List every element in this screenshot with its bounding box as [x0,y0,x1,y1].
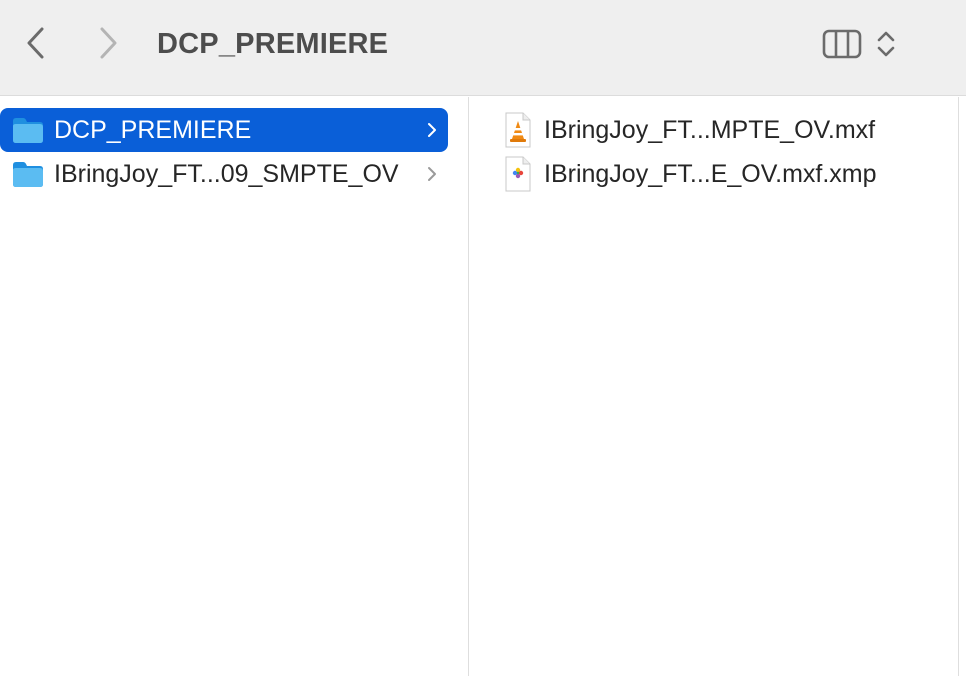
view-options-button[interactable] [872,24,900,64]
file-label: IBringJoy_FT...E_OV.mxf.xmp [544,160,877,188]
forward-button[interactable] [90,22,126,64]
toolbar: DCP_PREMIERE [0,0,966,96]
chevron-left-icon [27,27,44,59]
chevron-right-icon [428,167,436,181]
folder-row-ibringjoy[interactable]: IBringJoy_FT...09_SMPTE_OV [0,152,448,196]
folder-icon [13,118,43,143]
folder-label: DCP_PREMIERE [54,116,252,144]
column-view-icon [822,29,862,59]
file-row-mxf[interactable]: IBringJoy_FT...MPTE_OV.mxf [499,108,949,152]
browser-column-1: DCP_PREMIERE IBringJoy_FT...09_SMPTE_OV [0,97,469,676]
chevron-right-icon [428,123,436,137]
xmp-document-icon [505,156,531,192]
window-title: DCP_PREMIERE [157,28,389,60]
back-button[interactable] [18,22,54,64]
browser-column-2: IBringJoy_FT...MPTE_OV.mxf IBringJoy_FT.… [469,97,959,676]
folder-label: IBringJoy_FT...09_SMPTE_OV [54,160,399,188]
finder-window: DCP_PREMIERE DCP_PREMIERE IBringJoy_FT..… [0,0,966,676]
folder-icon [13,162,43,187]
view-mode-button[interactable] [820,26,864,62]
file-row-xmp[interactable]: IBringJoy_FT...E_OV.mxf.xmp [499,152,949,196]
vlc-document-icon [505,112,531,148]
up-down-chevron-icon [877,31,895,57]
file-label: IBringJoy_FT...MPTE_OV.mxf [544,116,876,144]
folder-row-dcp-premiere[interactable]: DCP_PREMIERE [0,108,448,152]
chevron-right-icon [100,27,117,59]
